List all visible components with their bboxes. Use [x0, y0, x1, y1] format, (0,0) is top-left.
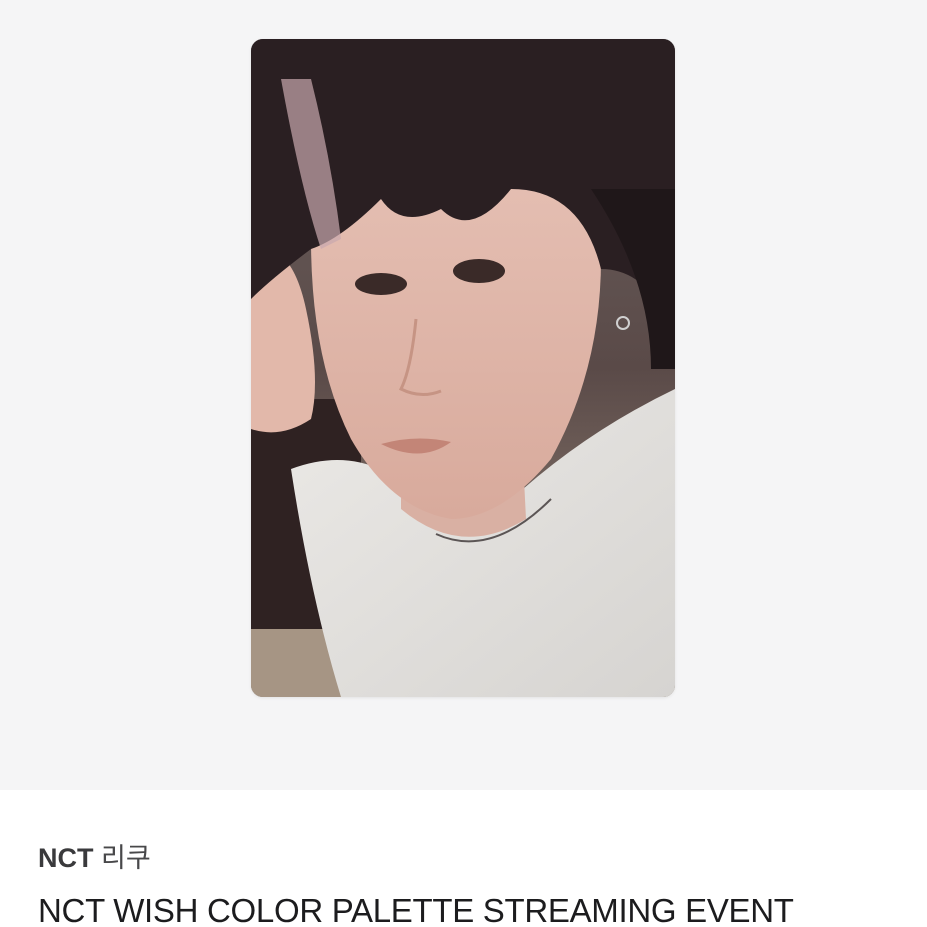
product-image-area — [0, 0, 927, 790]
member-name: 리쿠 — [101, 843, 151, 874]
listing-info: NCT 리쿠 NCT WISH COLOR PALETTE STREAMING … — [0, 790, 927, 927]
photocard-image[interactable] — [251, 39, 675, 697]
group-name: NCT — [38, 843, 94, 873]
listing-title: NCT WISH COLOR PALETTE STREAMING EVENT — [38, 892, 794, 927]
photocard-illustration — [251, 39, 675, 697]
artist-label: NCT 리쿠 — [38, 836, 151, 875]
